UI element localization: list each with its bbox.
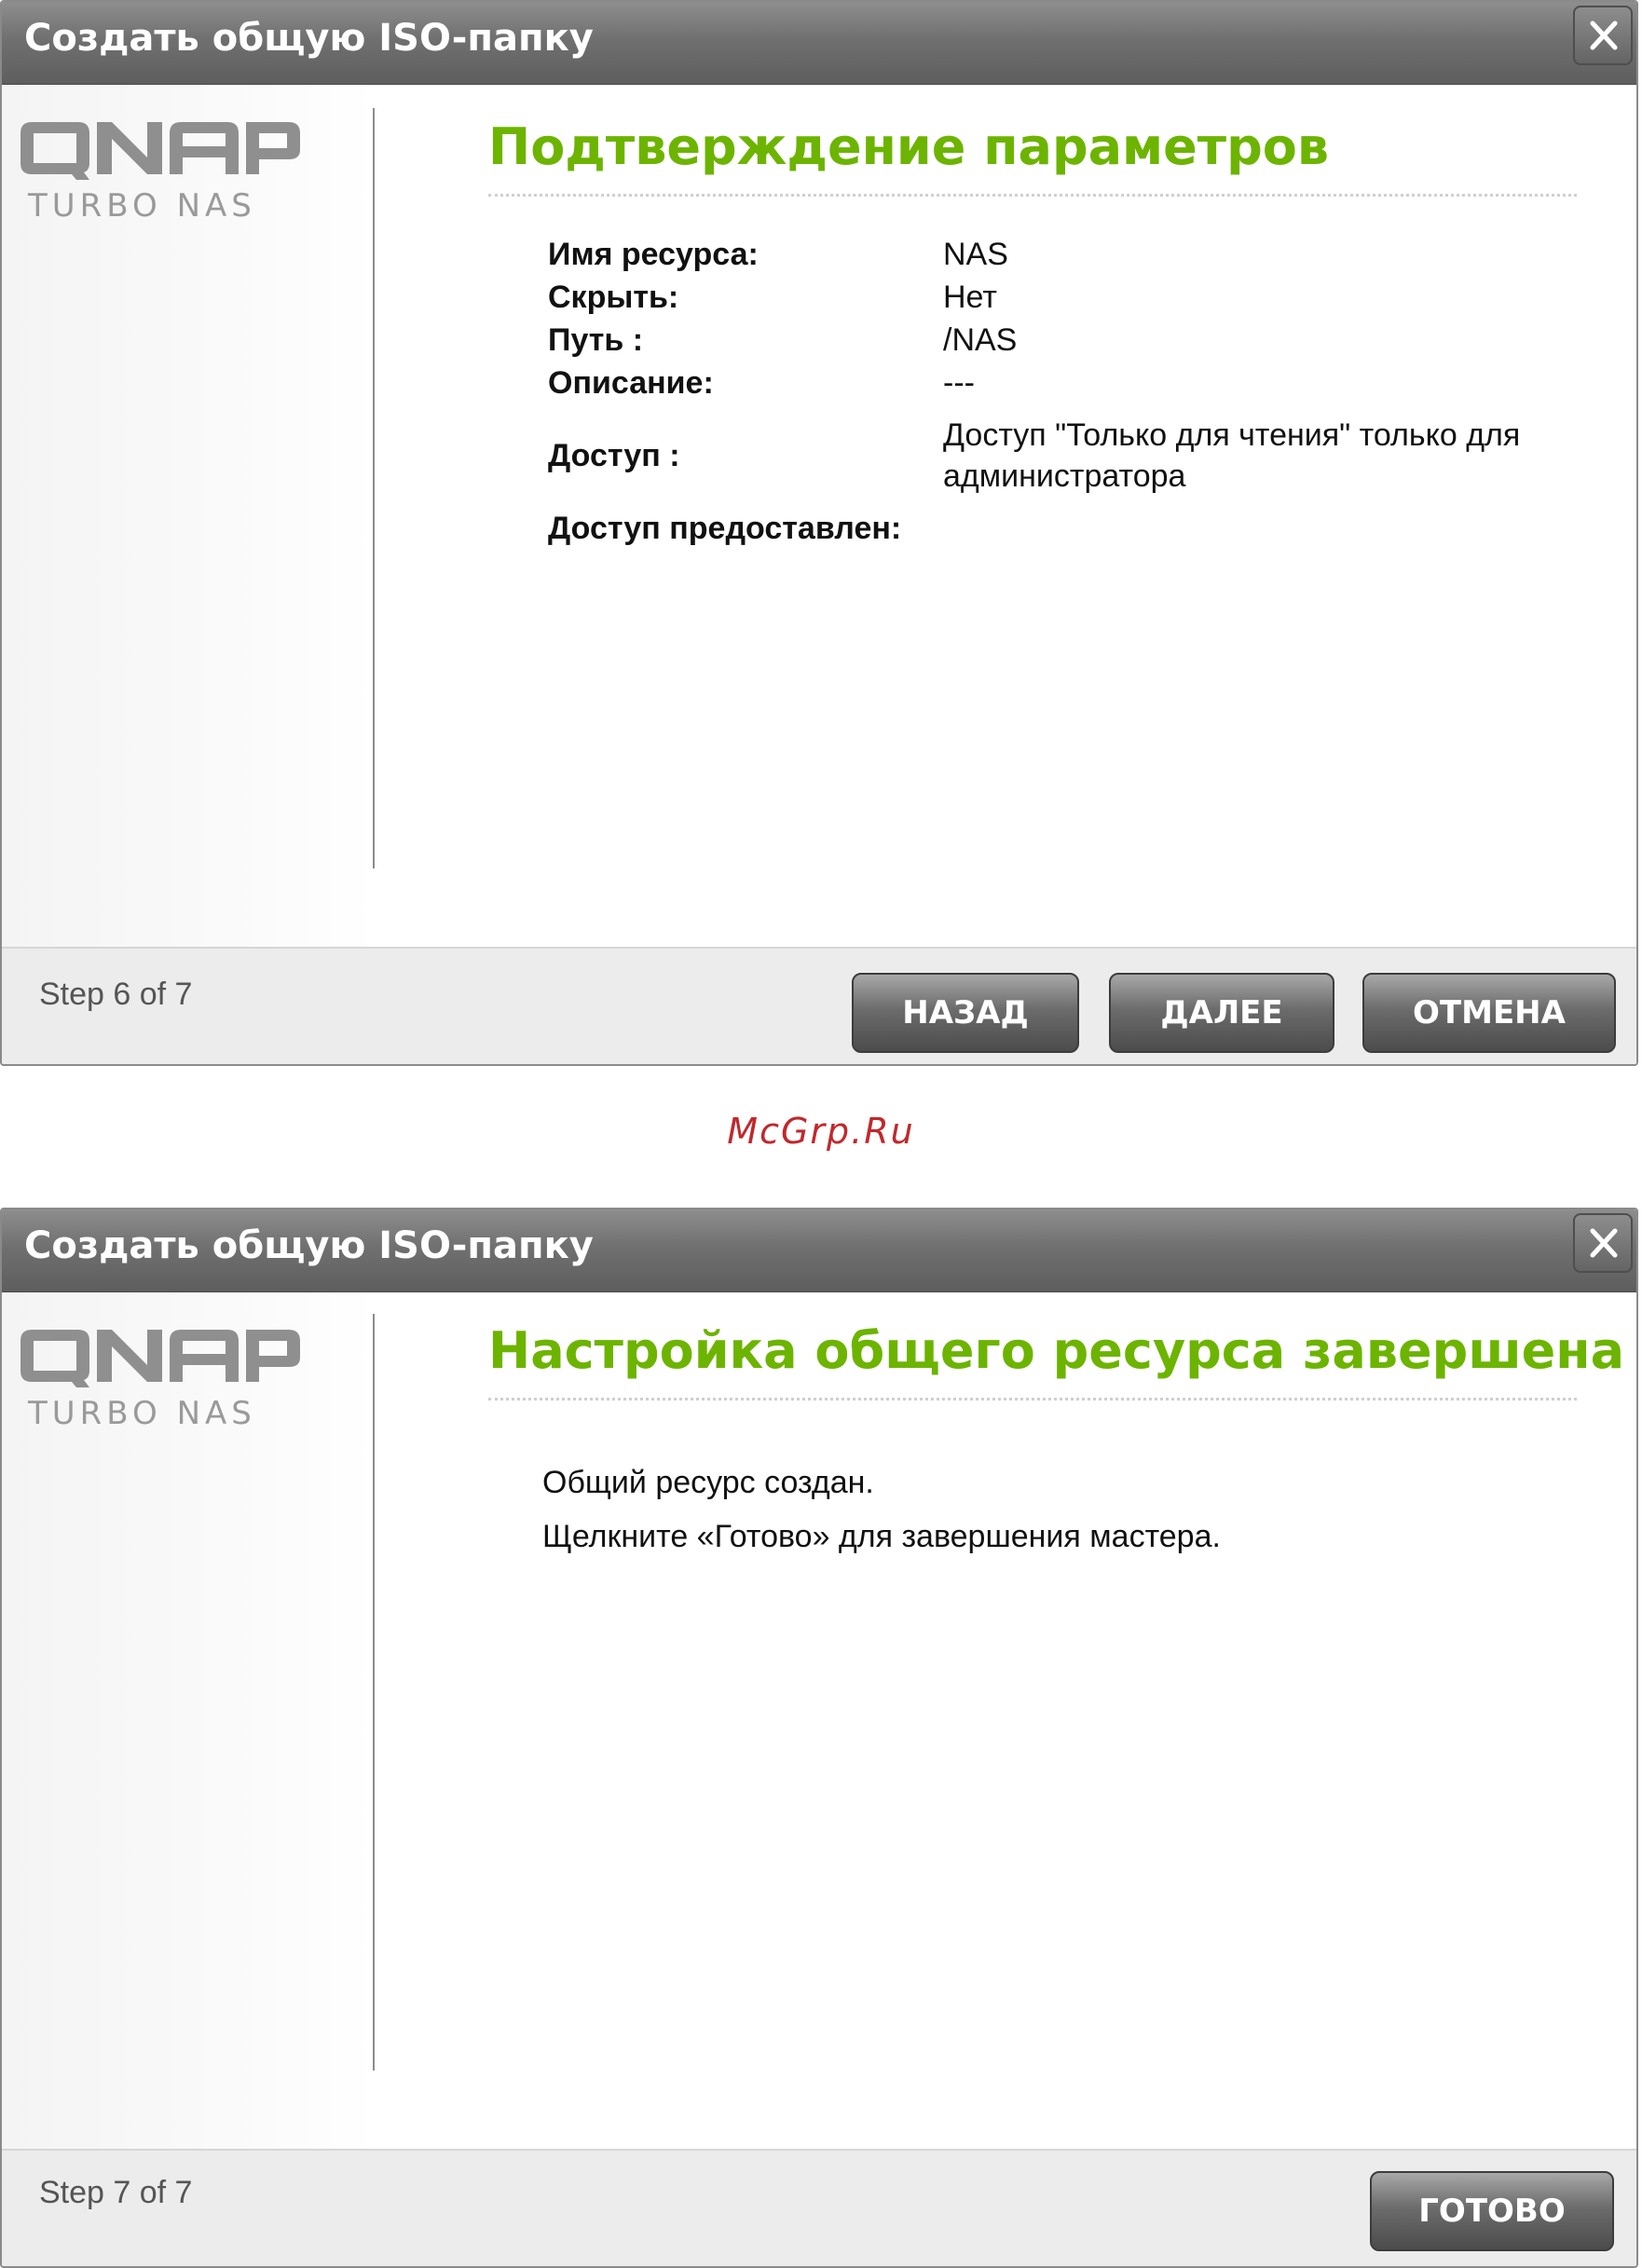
field-value: --- — [943, 365, 975, 401]
field-label: Доступ предоставлен: — [548, 511, 902, 546]
field-label: Описание: — [548, 365, 714, 401]
close-button[interactable] — [1573, 1213, 1633, 1273]
finish-button[interactable]: ГОТОВО — [1370, 2171, 1614, 2251]
close-button[interactable] — [1573, 6, 1633, 65]
cancel-button[interactable]: ОТМЕНА — [1362, 973, 1616, 1053]
field-value: NAS — [943, 237, 1008, 272]
settings-summary: Имя ресурса: NAS Скрыть: Нет Путь : /NAS… — [548, 233, 1573, 550]
heading-separator — [488, 194, 1577, 197]
finish-instruction: Щелкните «Готово» для завершения мастера… — [542, 1519, 1221, 1554]
dialog-title: Создать общую ISO-папку — [24, 1224, 594, 1267]
field-label: Доступ : — [548, 438, 680, 473]
next-button[interactable]: ДАЛЕЕ — [1109, 973, 1334, 1053]
wizard-sidebar: TURBO NAS — [2, 85, 375, 949]
field-value — [943, 507, 1573, 550]
qnap-logo — [21, 122, 300, 184]
field-value: Доступ "Только для чтения" только для ад… — [943, 417, 1521, 494]
logo-subtitle: TURBO NAS — [28, 1395, 256, 1432]
wizard-dialog-step7: Создать общую ISO-папку TURBO NAS Настро… — [0, 1208, 1638, 2268]
field-label: Имя ресурса: — [548, 237, 759, 272]
field-label: Путь : — [548, 322, 644, 358]
wizard-dialog-step6: Создать общую ISO-папку TURBO NAS Подтве… — [0, 0, 1638, 1066]
dialog-title: Создать общую ISO-папку — [24, 17, 594, 60]
summary-row-hidden: Скрыть: Нет — [548, 276, 1573, 319]
wizard-footer: Step 7 of 7 ГОТОВО — [2, 2149, 1636, 2266]
dialog-titlebar[interactable]: Создать общую ISO-папку — [2, 2, 1636, 85]
close-icon — [1590, 1228, 1618, 1258]
summary-row-path: Путь : /NAS — [548, 319, 1573, 362]
summary-row-access: Доступ : Доступ "Только для чтения" толь… — [548, 404, 1573, 507]
field-label: Скрыть: — [548, 280, 679, 315]
summary-row-description: Описание: --- — [548, 362, 1573, 404]
completion-message: Общий ресурс создан. — [542, 1465, 874, 1500]
wizard-footer: Step 6 of 7 НАЗАД ДАЛЕЕ ОТМЕНА — [2, 947, 1636, 1064]
page-heading: Подтверждение параметров — [488, 117, 1330, 176]
page-heading: Настройка общего ресурса завершена — [488, 1321, 1625, 1380]
wizard-sidebar: TURBO NAS — [2, 1292, 375, 2151]
field-value: /NAS — [943, 322, 1018, 358]
summary-row-name: Имя ресурса: NAS — [548, 233, 1573, 276]
step-indicator: Step 7 of 7 — [39, 2175, 193, 2210]
close-icon — [1590, 20, 1618, 50]
sidebar-divider — [373, 1314, 375, 2070]
qnap-logo — [21, 1330, 300, 1392]
watermark: McGrp.Ru — [727, 1111, 915, 1152]
field-value: Нет — [943, 280, 997, 315]
summary-row-granted: Доступ предоставлен: — [548, 507, 1573, 550]
step-indicator: Step 6 of 7 — [39, 977, 193, 1012]
dialog-titlebar[interactable]: Создать общую ISO-папку — [2, 1209, 1636, 1292]
heading-separator — [488, 1398, 1577, 1400]
sidebar-divider — [373, 108, 375, 868]
back-button[interactable]: НАЗАД — [852, 973, 1079, 1053]
logo-subtitle: TURBO NAS — [28, 187, 256, 225]
